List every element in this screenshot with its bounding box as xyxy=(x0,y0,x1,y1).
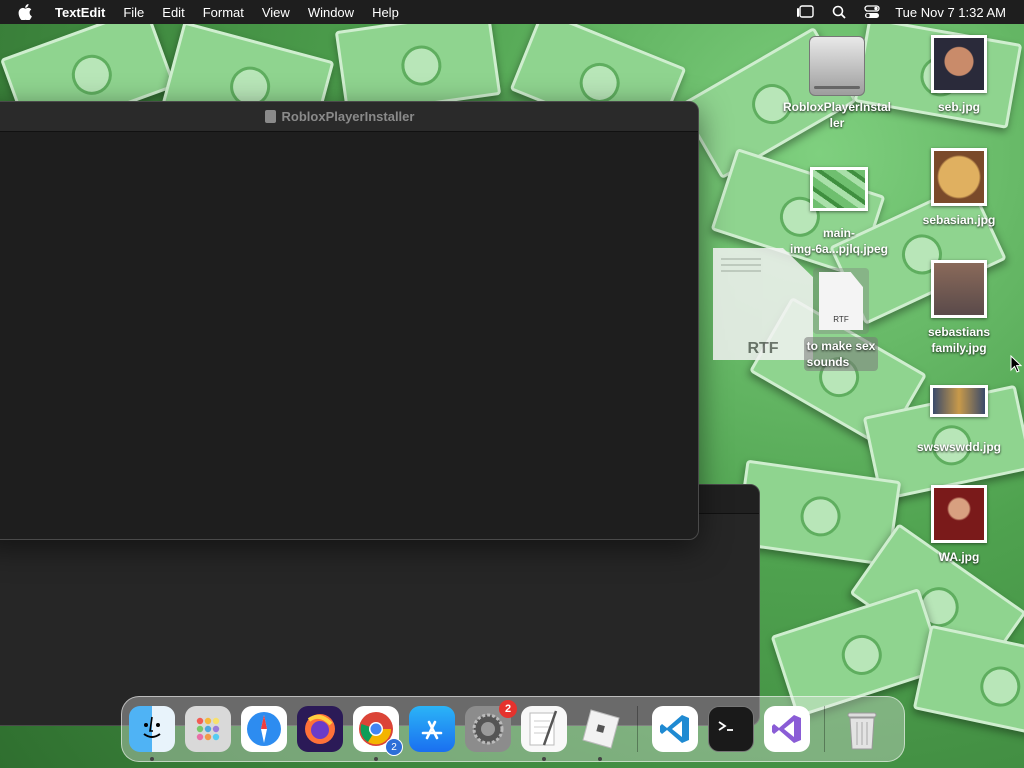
dock-launchpad-icon[interactable] xyxy=(185,706,231,752)
dock-safari-icon[interactable] xyxy=(241,706,287,752)
desktop-icon-label: to make sex sounds xyxy=(803,337,879,371)
apple-icon[interactable] xyxy=(0,4,46,20)
photo-thumbnail-icon xyxy=(930,385,988,417)
desktop-icon-sebastians-family[interactable]: sebastians family.jpg xyxy=(904,260,1014,356)
dock-separator xyxy=(824,706,825,752)
dock-vscode-icon[interactable] xyxy=(652,706,698,752)
desktop-icon-label: WA.jpg xyxy=(938,550,980,564)
menu-help[interactable]: Help xyxy=(363,5,408,20)
desktop-icon-rtf-file[interactable]: RTF to make sex sounds xyxy=(786,268,896,371)
menu-file[interactable]: File xyxy=(114,5,153,20)
menu-view[interactable]: View xyxy=(253,5,299,20)
chrome-badge: 2 xyxy=(385,738,403,756)
dock-separator xyxy=(637,706,638,752)
window-titlebar[interactable]: RobloxPlayerInstaller xyxy=(0,102,698,132)
menu-format[interactable]: Format xyxy=(194,5,253,20)
photo-thumbnail-icon xyxy=(931,260,987,318)
desktop-icon-seb[interactable]: seb.jpg xyxy=(904,35,1014,115)
stage-manager-icon[interactable] xyxy=(796,5,814,19)
rtf-document-icon: RTF xyxy=(819,272,863,330)
dock-terminal-icon[interactable] xyxy=(708,706,754,752)
menubar-clock[interactable]: Tue Nov 7 1:32 AM xyxy=(889,5,1024,20)
dock-system-settings-icon[interactable]: 2 xyxy=(465,700,517,752)
settings-notification-badge: 2 xyxy=(499,700,517,718)
dock-trash-icon[interactable] xyxy=(839,706,885,752)
desktop-icon-wa[interactable]: WA.jpg xyxy=(904,485,1014,565)
dock-visual-studio-icon[interactable] xyxy=(764,706,810,752)
dock: 2 2 xyxy=(121,696,905,762)
desktop-icon-main-img[interactable]: main- img-6a...pjlq.jpeg xyxy=(784,167,894,257)
photo-thumbnail-icon xyxy=(931,485,987,543)
desktop-icon-swswswdd[interactable]: swswswdd.jpg xyxy=(904,385,1014,455)
dock-chrome-icon[interactable]: 2 xyxy=(353,706,403,761)
desktop-icon-label: sebastians family.jpg xyxy=(927,325,991,355)
document-body[interactable] xyxy=(0,132,698,539)
menu-bar: TextEdit File Edit Format View Window He… xyxy=(0,0,1024,24)
desktop-icon-label: sebasian.jpg xyxy=(922,213,996,227)
image-thumbnail-icon xyxy=(810,167,868,211)
spotlight-search-icon[interactable] xyxy=(832,5,846,19)
desktop-icon-label: seb.jpg xyxy=(937,100,980,114)
window-title: RobloxPlayerInstaller xyxy=(281,109,415,124)
photo-thumbnail-icon xyxy=(931,148,987,206)
desktop-icon-label: swswswdd.jpg xyxy=(916,440,1001,454)
disk-image-icon xyxy=(809,36,865,96)
mouse-cursor-icon xyxy=(1010,354,1023,378)
photo-thumbnail-icon xyxy=(931,35,987,93)
desktop-icon-roblox-installer[interactable]: RobloxPlayerInstal ler xyxy=(782,36,892,131)
selection-highlight: RTF xyxy=(813,268,869,334)
control-center-icon[interactable] xyxy=(864,5,880,19)
menu-window[interactable]: Window xyxy=(299,5,363,20)
desktop-icon-label: main- img-6a...pjlq.jpeg xyxy=(789,226,888,256)
rtf-tag: RTF xyxy=(833,315,849,324)
document-icon xyxy=(264,110,276,123)
dock-finder-icon[interactable] xyxy=(129,706,175,761)
dock-firefox-icon[interactable] xyxy=(297,706,343,752)
dock-roblox-icon[interactable] xyxy=(577,706,623,761)
dock-app-store-icon[interactable] xyxy=(409,706,455,752)
dock-textedit-icon[interactable] xyxy=(521,706,567,761)
desktop-icon-label: RobloxPlayerInstal ler xyxy=(782,100,892,130)
menu-edit[interactable]: Edit xyxy=(153,5,193,20)
app-menu[interactable]: TextEdit xyxy=(46,5,114,20)
desktop-icon-sebasian[interactable]: sebasian.jpg xyxy=(904,148,1014,228)
textedit-window[interactable]: RobloxPlayerInstaller xyxy=(0,101,699,540)
